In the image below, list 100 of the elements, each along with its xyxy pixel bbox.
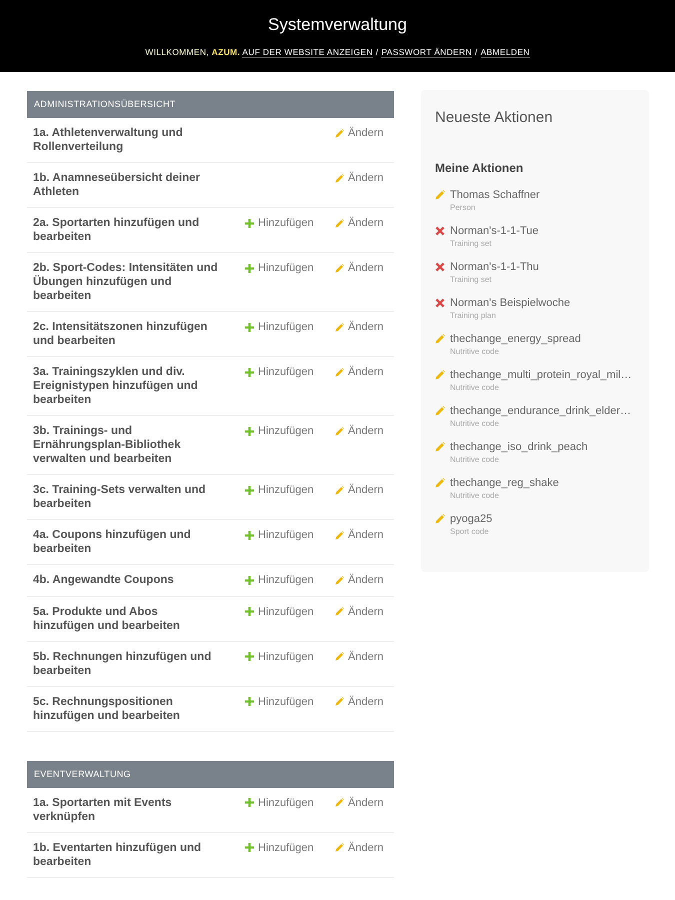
pencil-icon [335,218,344,228]
add-link[interactable]: Hinzufügen [245,694,314,708]
action-object-link[interactable]: thechange_iso_drink_peach [450,440,588,454]
action-object-type: Nutritive code [450,418,499,429]
model-link[interactable]: 3b. Trainings- und Ernährungsplan-Bibliothek verwalten und bearbeiten [33,424,220,466]
plus-icon [245,368,254,376]
change-link[interactable]: Ändern [335,796,384,810]
action-object-link[interactable]: Thomas Schaffner [450,188,540,202]
module-header: ADMINISTRATIONSÜBERSICHT [27,91,394,118]
pencil-icon [435,406,445,416]
header-link[interactable]: PASSWORT ÄNDERN [381,47,472,58]
panel-subtitle: Meine Aktionen [435,160,524,176]
add-link[interactable]: Hinzufügen [245,573,314,587]
action-object-type: Nutritive code [450,382,499,393]
action-object-link[interactable]: thechange_energy_spread [450,332,581,346]
action-object-link[interactable]: thechange_reg_shake [450,476,559,490]
site-title: Systemverwaltung [268,14,407,36]
header-link[interactable]: ABMELDEN [480,47,530,58]
add-link[interactable]: Hinzufügen [245,528,314,542]
model-link[interactable]: 2b. Sport-Codes: Intensitäten und Übungen hinzufügen und bearbeiten [33,261,220,303]
action-object-type: Training set [450,274,492,285]
pencil-icon [335,128,344,138]
change-link[interactable]: Ändern [335,365,384,379]
change-link[interactable]: Ändern [335,171,384,185]
change-link[interactable]: Ändern [335,320,384,334]
change-link[interactable]: Ändern [335,650,384,664]
action-object-link[interactable]: thechange_endurance_drink_elder… [450,404,632,418]
action-object-link[interactable]: pyoga25 [450,512,492,526]
change-link[interactable]: Ändern [335,694,384,708]
model-link[interactable]: 4b. Angewandte Coupons [33,573,174,587]
action-object-name: Norman's-1-1-Thu [450,260,539,274]
pencil-icon [335,426,344,436]
change-link[interactable]: Ändern [335,261,384,275]
plus-icon [245,264,254,272]
welcome-text: WILLKOMMEN, AZUM. [145,47,240,57]
pencil-icon [335,607,344,616]
pencil-icon [335,843,344,852]
pencil-icon [335,697,344,706]
action-object-name: Norman's Beispielwoche [450,296,570,310]
plus-icon [245,530,254,540]
change-link[interactable]: Ändern [335,126,384,140]
plus-icon [245,607,254,616]
pencil-icon [435,334,445,344]
model-link[interactable]: 5b. Rechnungen hinzufügen und bearbeiten [33,650,220,678]
module-header: EVENTVERWALTUNG [27,760,394,788]
add-link[interactable]: Hinzufügen [245,483,314,497]
change-link[interactable]: Ändern [335,216,384,230]
add-link[interactable]: Hinzufügen [245,650,314,664]
pencil-icon [435,190,445,200]
action-object-type: Sport code [450,526,489,537]
pencil-icon [335,264,344,272]
plus-icon [245,426,254,436]
pencil-icon [435,478,445,488]
pencil-icon [335,576,344,584]
plus-icon [245,322,254,332]
action-object-type: Nutritive code [450,454,499,465]
header-link[interactable]: AUF DER WEBSITE ANZEIGEN [242,47,373,58]
add-link[interactable]: Hinzufügen [245,840,314,854]
model-link[interactable]: 1b. Anamneseübersicht deiner Athleten [33,171,220,199]
plus-icon [245,843,254,852]
model-link[interactable]: 2c. Intensitätszonen hinzufügen und bearbeiten [33,320,220,348]
model-link[interactable]: 3c. Training-Sets verwalten und bearbeiten [33,483,220,511]
change-link[interactable]: Ändern [335,483,384,497]
change-link[interactable]: Ändern [335,573,384,587]
add-link[interactable]: Hinzufügen [245,216,314,230]
cross-icon [435,298,445,308]
add-link[interactable]: Hinzufügen [245,604,314,618]
pencil-icon [335,486,344,494]
model-link[interactable]: 4a. Coupons hinzufügen und bearbeiten [33,528,220,556]
model-link[interactable]: 1a. Athletenverwaltung und Rollenverteilung [33,126,220,154]
separator-text: / [474,47,478,57]
model-link[interactable]: 2a. Sportarten hinzufügen und bearbeiten [33,216,220,244]
change-link[interactable]: Ändern [335,424,384,438]
add-link[interactable]: Hinzufügen [245,796,314,810]
action-object-type: Nutritive code [450,490,499,501]
action-object-link[interactable]: thechange_multi_protein_royal_mil… [450,368,632,382]
pencil-icon [435,442,445,452]
add-link[interactable]: Hinzufügen [245,424,314,438]
add-link[interactable]: Hinzufügen [245,365,314,379]
separator-text: / [376,47,378,57]
model-link[interactable]: 5a. Produkte und Abos hinzufügen und bearbeiten [33,604,220,632]
change-link[interactable]: Ändern [335,528,384,542]
change-link[interactable]: Ändern [335,604,384,618]
change-link[interactable]: Ändern [335,840,384,854]
model-link[interactable]: 1a. Sportarten mit Events verknüpfen [33,796,220,824]
action-object-name: Norman's-1-1-Tue [450,224,538,238]
add-link[interactable]: Hinzufügen [245,320,314,334]
plus-icon [245,697,254,706]
pencil-icon [435,514,445,524]
model-link[interactable]: 3a. Trainingszyklen und div. Ereignistypen hinzufügen und bearbeiten [33,365,220,407]
model-link[interactable]: 5c. Rechnungspositionen hinzufügen und bearbeiten [33,694,220,722]
panel-title: Neueste Aktionen [435,108,553,128]
action-object-type: Nutritive code [450,346,499,357]
plus-icon [245,486,254,494]
add-link[interactable]: Hinzufügen [245,261,314,275]
cross-icon [435,226,445,236]
model-link[interactable]: 1b. Eventarten hinzufügen und bearbeiten [33,840,220,868]
cross-icon [435,262,445,272]
action-object-type: Person [450,202,476,213]
plus-icon [245,576,254,584]
